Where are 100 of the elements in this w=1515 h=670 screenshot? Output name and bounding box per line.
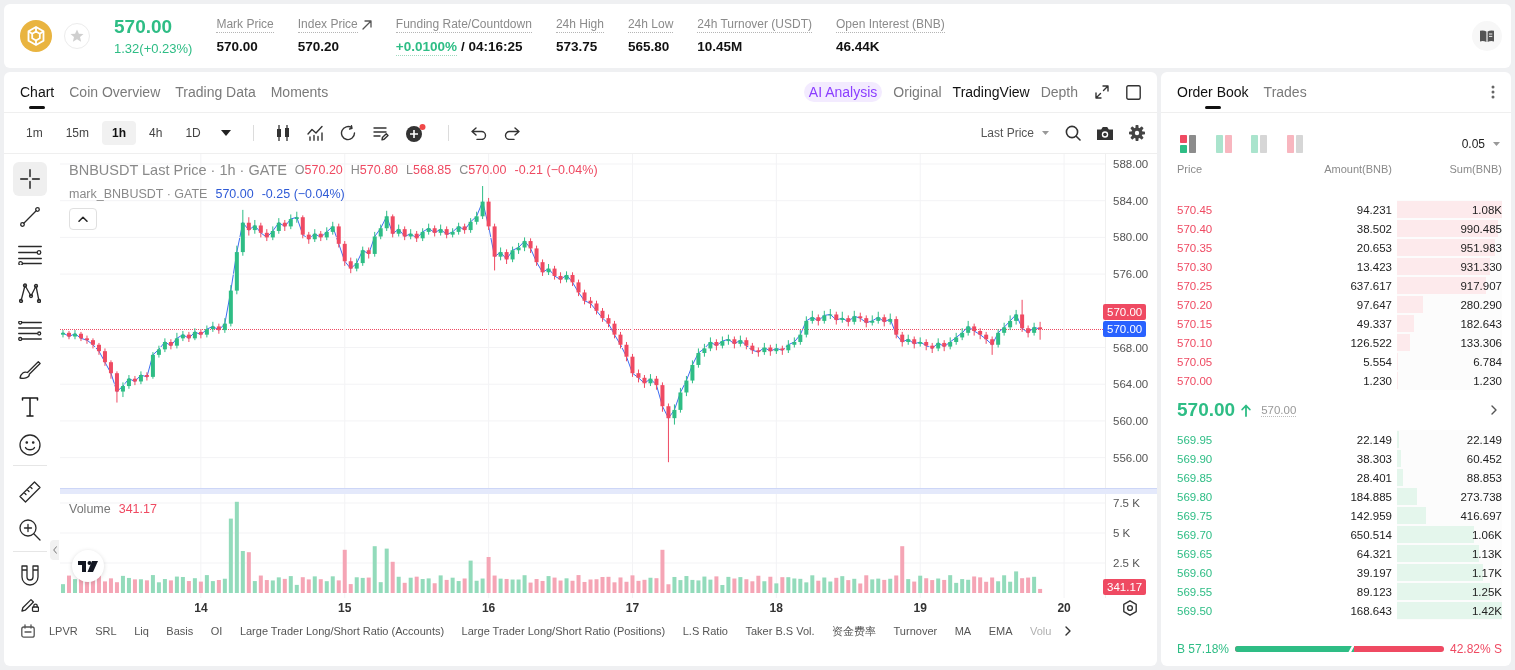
candlestick (384, 210, 389, 232)
indicator-tab[interactable]: OI (210, 625, 223, 637)
indicator-tab[interactable]: 资金费率 (832, 623, 877, 639)
zoom-in-icon[interactable] (19, 519, 41, 541)
indicator-tab[interactable]: Liq (134, 625, 149, 637)
tick-size-dropdown[interactable]: 0.05 (1461, 137, 1500, 151)
chevron-right-icon[interactable] (1065, 626, 1072, 636)
ruler-icon[interactable] (19, 481, 41, 503)
chart-tab[interactable]: Moments (270, 72, 329, 112)
fib-tool-icon[interactable] (18, 321, 42, 341)
smiley-icon[interactable] (19, 434, 41, 456)
more-icon[interactable] (1491, 85, 1495, 99)
line-tool-icon[interactable] (20, 207, 40, 227)
chart-tab[interactable]: Chart (20, 72, 55, 112)
candlestick (672, 403, 677, 426)
camera-icon[interactable] (1097, 126, 1113, 140)
candlestick (210, 321, 215, 333)
order-sum: 1.06K (1471, 528, 1502, 541)
indicator-tab[interactable]: L.S Ratio (682, 625, 728, 637)
indicator-tab[interactable]: Large Trader Long/Short Ratio (Accounts) (239, 625, 445, 637)
magnet-icon[interactable] (20, 565, 40, 587)
expand-icon[interactable] (1095, 85, 1109, 99)
book-button[interactable] (1472, 21, 1502, 51)
indicator-tab[interactable]: Large Trader Long/Short Ratio (Positions) (461, 625, 666, 637)
candlestick (156, 345, 161, 359)
legend-toggle-button[interactable] (69, 208, 97, 230)
order-sum: 1.25K (1471, 585, 1502, 598)
order-sum: 60.452 (1466, 452, 1502, 465)
layout-icon[interactable] (1180, 135, 1196, 153)
search-icon[interactable] (1065, 125, 1081, 141)
pencil-lock-icon[interactable] (21, 598, 39, 612)
arrow-up-right-icon[interactable] (361, 20, 372, 30)
stat-label: Mark Price (216, 17, 274, 33)
candlestick (61, 329, 65, 338)
indicator-tab[interactable]: MA (954, 625, 972, 637)
candlestick (684, 375, 689, 397)
order-sum: 280.290 (1460, 298, 1502, 311)
panel-icon[interactable] (21, 624, 35, 638)
horizontal-lines-icon[interactable] (18, 245, 42, 265)
order-amount: 184.885 (1350, 490, 1392, 503)
price-change: 1.32(+0.23%) (114, 40, 193, 57)
order-book-tab[interactable]: Order Book (1177, 72, 1249, 112)
caret-down-icon[interactable] (220, 130, 231, 136)
up-arrow-icon (1241, 403, 1252, 417)
indicator-tab[interactable]: SRL (95, 625, 117, 637)
add-indicator-icon[interactable] (405, 124, 426, 142)
candlestick (534, 245, 539, 267)
time-axis-label: 18 (769, 601, 783, 615)
ohlc-value: C570.00 (459, 162, 507, 179)
stat-label: 24h Low (627, 17, 674, 33)
crosshair-icon[interactable] (20, 169, 40, 189)
indicators-icon[interactable] (306, 125, 323, 141)
text-tool-icon[interactable] (21, 397, 39, 417)
template-icon[interactable] (372, 125, 389, 141)
brush-icon[interactable] (19, 359, 41, 379)
chart-view-tab[interactable]: Depth (1040, 84, 1078, 100)
interval-button[interactable]: 1h (102, 121, 137, 145)
candlestick (162, 337, 167, 353)
chart-view-tab[interactable]: TradingView (952, 84, 1030, 100)
indicator-tab[interactable]: Turnover (893, 625, 938, 637)
stat-label: Funding Rate/Countdown (395, 16, 532, 33)
candlestick (198, 328, 203, 339)
undo-icon[interactable] (470, 126, 487, 140)
order-price: 570.35 (1177, 241, 1214, 254)
order-price: 570.30 (1177, 260, 1214, 273)
interval-button[interactable]: 15m (55, 121, 99, 145)
indicator-tab[interactable]: EMA (988, 625, 1013, 637)
mark-price-value: 570.00 (215, 186, 254, 203)
chart-view-tab[interactable]: Original (893, 84, 942, 100)
redo-icon[interactable] (503, 126, 520, 140)
drawing-tool-button[interactable] (13, 162, 47, 196)
candlestick (678, 387, 683, 414)
candlestick (336, 223, 341, 248)
candlestick-icon[interactable] (275, 125, 290, 141)
chart-tab[interactable]: Trading Data (175, 72, 256, 112)
chevron-right-icon[interactable] (1491, 405, 1497, 415)
interval-button[interactable]: 4h (139, 121, 173, 145)
sell-ratio: 42.82% S (1449, 642, 1502, 656)
candlestick (84, 335, 89, 345)
chart-tab[interactable]: Coin Overview (69, 72, 161, 112)
window-icon[interactable] (1126, 84, 1141, 100)
interval-button[interactable]: 1D (175, 121, 211, 145)
candlestick (1008, 314, 1013, 331)
ai-analysis-button[interactable]: AI Analysis (803, 82, 883, 102)
indicator-tab[interactable]: Taker B.S Vol. (745, 625, 815, 637)
price-source-dropdown[interactable]: Last Price (980, 126, 1049, 140)
stat-value: 10.45M (697, 38, 743, 55)
symbol-title: BNBUSDT Last Price · 1h · GATE (69, 161, 287, 179)
pattern-tool-icon[interactable] (19, 283, 41, 303)
time-axis-label: 15 (338, 601, 352, 615)
order-price: 569.70 (1177, 528, 1214, 541)
time-axis-label: 14 (194, 601, 208, 615)
interval-button[interactable]: 1m (16, 121, 53, 145)
indicator-tab[interactable]: LPVR (49, 625, 78, 637)
sidebar-toggle-button[interactable] (50, 540, 59, 560)
indicator-tab[interactable]: Basis (166, 625, 194, 637)
settings-icon[interactable] (1129, 125, 1145, 141)
settings-icon[interactable] (1122, 600, 1138, 616)
order-book-tab[interactable]: Trades (1263, 72, 1307, 112)
replay-icon[interactable] (339, 125, 356, 141)
